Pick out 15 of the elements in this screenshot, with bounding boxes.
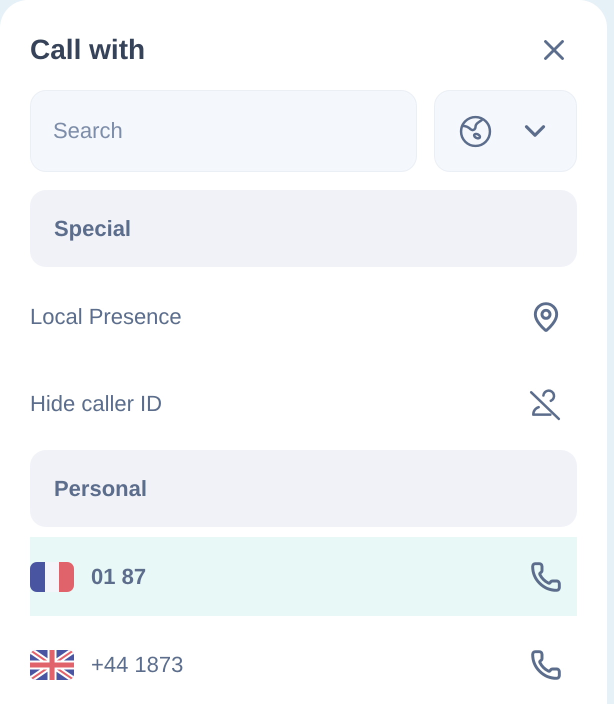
flag-icon <box>30 650 74 680</box>
flag-icon <box>30 562 74 592</box>
search-field[interactable]: Search <box>30 90 417 172</box>
user-off-icon <box>528 386 562 421</box>
country-select[interactable] <box>434 90 577 172</box>
section-header: Personal <box>30 450 577 527</box>
menu-option[interactable]: Hide caller ID <box>30 360 577 448</box>
section-header: Special <box>30 190 577 268</box>
dialog-title: Call with <box>30 33 146 67</box>
phone-icon <box>530 648 562 680</box>
globe-icon <box>459 114 492 148</box>
phone-number-option[interactable]: +44 1873 <box>30 625 577 704</box>
phone-number-option[interactable]: 01 87 <box>30 537 577 616</box>
phone-icon <box>530 560 562 592</box>
menu-option[interactable]: Local Presence <box>30 273 577 360</box>
